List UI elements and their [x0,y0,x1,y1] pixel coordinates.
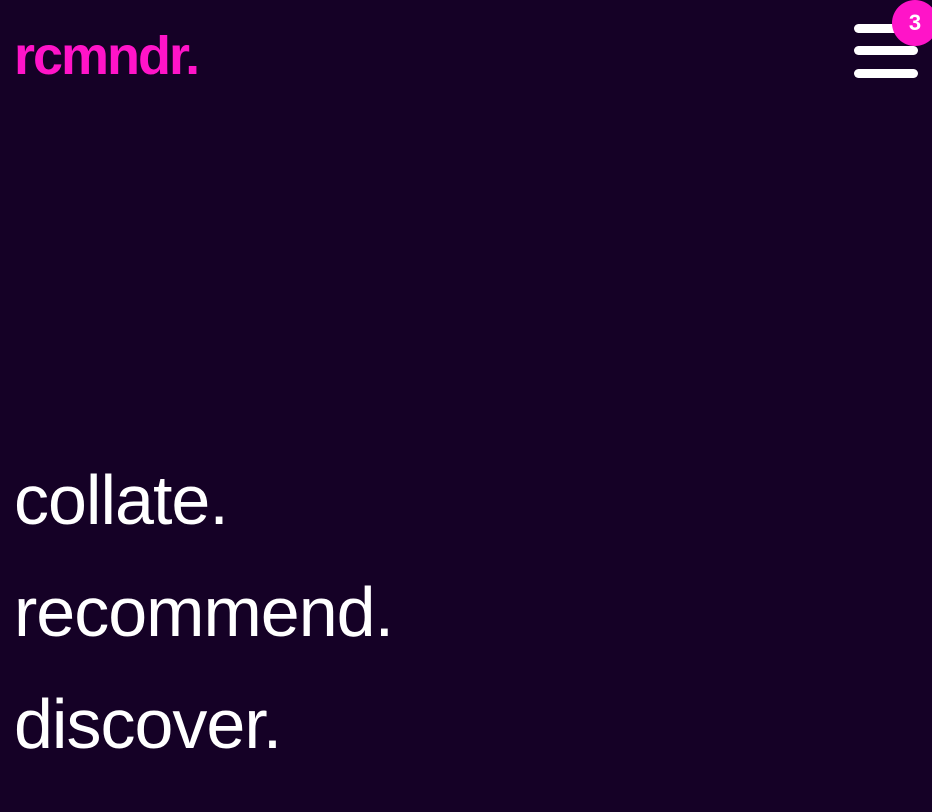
tagline-item-recommend: recommend. [14,573,394,651]
tagline-list: collate. recommend. discover. [14,444,394,780]
hamburger-menu-icon-bottom-bar [854,69,918,78]
notification-badge: 3 [892,0,932,46]
logo-link[interactable]: rcmndr. [14,26,200,86]
tagline-item-discover: discover. [14,685,282,763]
hamburger-menu-icon-middle-bar [854,46,918,55]
menu-button[interactable]: 3 [854,0,932,82]
tagline-item-collate: collate. [14,461,229,539]
